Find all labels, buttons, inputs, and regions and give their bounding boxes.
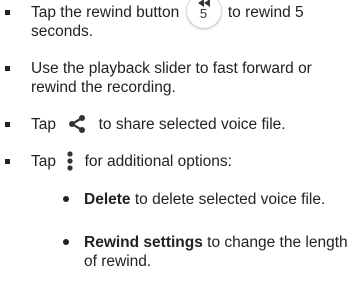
share-text-start: Tap	[31, 116, 56, 133]
delete-description: to delete selected voice file.	[130, 191, 326, 208]
bullet	[63, 239, 69, 245]
bullet	[63, 196, 69, 202]
bullet	[5, 122, 10, 127]
delete-label: Delete	[84, 191, 131, 208]
rewind-text-start: Tap the rewind button	[31, 4, 180, 21]
bullet	[5, 66, 10, 71]
bullet	[5, 159, 10, 164]
bullet	[5, 10, 10, 15]
rewind-settings-label: Rewind settings	[84, 234, 203, 251]
options-list: Tap the rewind button 5 to rewind 5 seco…	[0, 0, 364, 303]
rewind-seconds-label: 5	[199, 6, 208, 21]
more-text-end: for additional options:	[84, 153, 232, 170]
more-options-icon	[67, 151, 73, 171]
share-text-end: to share selected voice file.	[98, 116, 286, 133]
more-text-start: Tap	[31, 153, 56, 170]
share-icon	[69, 114, 86, 133]
playback-slider-text: Use the playback slider to fast forward …	[31, 60, 312, 96]
rewind-5-icon: 5	[186, 0, 221, 28]
